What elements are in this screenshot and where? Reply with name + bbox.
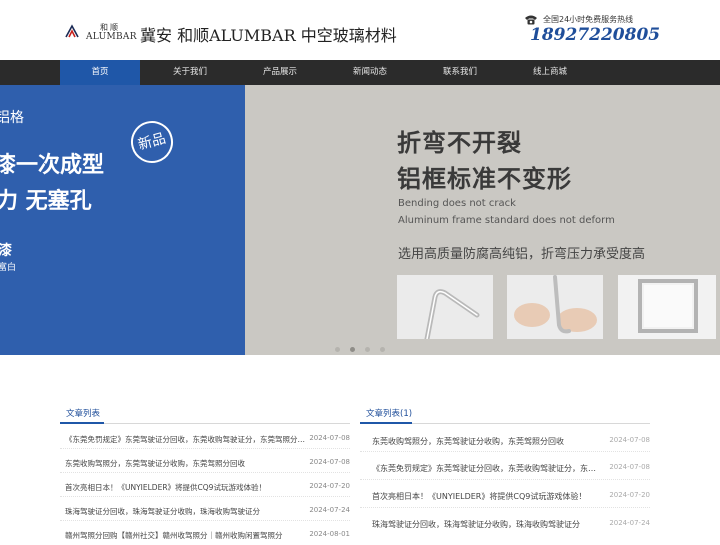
article-list-left: 文章列表 《东莞免罚规定》东莞驾驶证分回收，东莞收购驾驶证分，东莞驾照分回收 2… xyxy=(60,400,350,540)
article-list-header: 文章列表 xyxy=(60,400,350,424)
slider-dot-4[interactable] xyxy=(380,347,385,352)
list-item[interactable]: 东莞收购驾照分，东莞驾驶证分收购，东莞驾照分回收 2024-07-08 xyxy=(60,449,350,473)
list-item[interactable]: 《东莞免罚规定》东莞驾驶证分回收，东莞收购驾驶证分，东莞驾照分回收 2024-0… xyxy=(60,425,350,449)
banner-sub-en-1: Bending does not crack xyxy=(398,198,516,209)
nav-item-contact[interactable]: 联系我们 xyxy=(420,60,500,85)
nav-item-shop[interactable]: 线上商城 xyxy=(510,60,590,85)
sample-image-square-frame xyxy=(618,275,716,339)
list-item-title[interactable]: 珠海驾驶证分回收，珠海驾驶证分收购，珠海收购驾驶证分 xyxy=(65,506,305,517)
list-item-date: 2024-07-08 xyxy=(609,463,650,471)
banner-blue-panel: 铝格 漆一次成型 力 无塞孔 漆 富白 新品 xyxy=(0,85,245,355)
list-item-date: 2024-07-20 xyxy=(609,491,650,499)
logo-text-en: ALUMBAR xyxy=(86,32,137,42)
header-underline xyxy=(60,422,104,424)
list-item[interactable]: 东莞收购驾照分，东莞驾驶证分收购，东莞驾照分回收 2024-07-08 xyxy=(360,425,650,452)
slider-dot-3[interactable] xyxy=(365,347,370,352)
list-item-title[interactable]: 东莞收购驾照分，东莞驾驶证分收购，东莞驾照分回收 xyxy=(65,458,305,469)
list-item-date: 2024-07-20 xyxy=(309,482,350,490)
list-item-date: 2024-07-24 xyxy=(609,519,650,527)
banner-left-line4: 漆 xyxy=(0,243,12,259)
phone-icon xyxy=(525,15,537,25)
hotline-label: 全国24小时免费服务热线 xyxy=(543,15,634,24)
site-header: 和顺 ALUMBAR 冀安 和顺ALUMBAR 中空玻璃材料 全国24小时免费服… xyxy=(0,0,720,60)
article-list-header: 文章列表(1) xyxy=(360,400,650,424)
site-title: 冀安 和顺ALUMBAR 中空玻璃材料 xyxy=(140,26,397,45)
list-item-date: 2024-07-08 xyxy=(309,458,350,466)
list-item[interactable]: 《东莞免罚规定》东莞驾驶证分回收，东莞收购驾驶证分，东莞驾照分回收 2024-0… xyxy=(360,452,650,480)
header-underline xyxy=(360,422,412,424)
article-list-right: 文章列表(1) 东莞收购驾照分，东莞驾驶证分收购，东莞驾照分回收 2024-07… xyxy=(360,400,650,540)
banner-sub-en-2: Aluminum frame standard does not deform xyxy=(398,215,615,226)
banner-headline-1: 折弯不开裂 xyxy=(397,129,522,157)
sample-image-bent-frame xyxy=(397,275,493,339)
slider-dot-2[interactable] xyxy=(350,347,355,352)
sample-image-hand-bend xyxy=(507,275,603,339)
list-item[interactable]: 赣州驾照分回购【赣州社交】赣州收驾照分｜赣州收购闲置驾照分 2024-08-01 xyxy=(60,521,350,545)
list-item-title[interactable]: 珠海驾驶证分回收，珠海驾驶证分收购，珠海收购驾驶证分 xyxy=(372,519,600,530)
article-list-title[interactable]: 文章列表(1) xyxy=(366,407,412,419)
hotline-number[interactable]: 18927220805 xyxy=(530,25,660,45)
banner-left-line3: 力 无塞孔 xyxy=(0,189,92,214)
brand-logo[interactable]: 和顺 ALUMBAR xyxy=(64,22,137,44)
list-item-title[interactable]: 首次亮相日本！《UNYIELDER》将提供CQ9试玩游戏体验！ xyxy=(65,482,305,493)
nav-item-products[interactable]: 产品展示 xyxy=(240,60,320,85)
nav-item-about[interactable]: 关于我们 xyxy=(150,60,230,85)
banner-headline-2: 铝框标准不变形 xyxy=(397,165,572,193)
list-item[interactable]: 珠海驾驶证分回收，珠海驾驶证分收购，珠海收购驾驶证分 2024-07-24 xyxy=(60,497,350,521)
banner-left-line5: 富白 xyxy=(0,263,17,273)
banner-left-line2: 漆一次成型 xyxy=(0,153,105,178)
list-item[interactable]: 珠海驾驶证分回收，珠海驾驶证分收购，珠海收购驾驶证分 2024-07-24 xyxy=(360,508,650,536)
banner-sub-cn: 选用高质量防腐高纯铝，折弯压力承受度高 xyxy=(398,247,646,262)
hero-banner[interactable]: 铝格 漆一次成型 力 无塞孔 漆 富白 新品 折弯不开裂 铝框标准不变形 Ben… xyxy=(0,85,720,355)
list-item-title[interactable]: 《东莞免罚规定》东莞驾驶证分回收，东莞收购驾驶证分，东莞驾照分回收 xyxy=(372,463,600,474)
list-item-title[interactable]: 东莞收购驾照分，东莞驾驶证分收购，东莞驾照分回收 xyxy=(372,436,600,447)
list-item-date: 2024-07-24 xyxy=(309,506,350,514)
list-item-title[interactable]: 首次亮相日本！《UNYIELDER》将提供CQ9试玩游戏体验！ xyxy=(372,491,600,502)
new-product-badge: 新品 xyxy=(126,116,178,168)
slider-dot-1[interactable] xyxy=(335,347,340,352)
list-item-date: 2024-07-08 xyxy=(609,436,650,444)
logo-mark-icon xyxy=(65,24,79,38)
list-item[interactable]: 首次亮相日本！《UNYIELDER》将提供CQ9试玩游戏体验！ 2024-07-… xyxy=(360,480,650,508)
banner-left-line1: 铝格 xyxy=(0,110,24,126)
article-list-title[interactable]: 文章列表 xyxy=(66,407,100,419)
slider-dots xyxy=(335,347,395,353)
list-item-title[interactable]: 《东莞免罚规定》东莞驾驶证分回收，东莞收购驾驶证分，东莞驾照分回收 xyxy=(65,434,305,445)
nav-item-home[interactable]: 首页 xyxy=(60,60,140,85)
nav-item-news[interactable]: 新闻动态 xyxy=(330,60,410,85)
list-item-date: 2024-08-01 xyxy=(309,530,350,538)
main-nav: 首页 关于我们 产品展示 新闻动态 联系我们 线上商城 xyxy=(0,60,720,85)
list-item[interactable]: 首次亮相日本！《UNYIELDER》将提供CQ9试玩游戏体验！ 2024-07-… xyxy=(60,473,350,497)
list-item-title[interactable]: 赣州驾照分回购【赣州社交】赣州收驾照分｜赣州收购闲置驾照分 xyxy=(65,530,305,541)
list-item-date: 2024-07-08 xyxy=(309,434,350,442)
